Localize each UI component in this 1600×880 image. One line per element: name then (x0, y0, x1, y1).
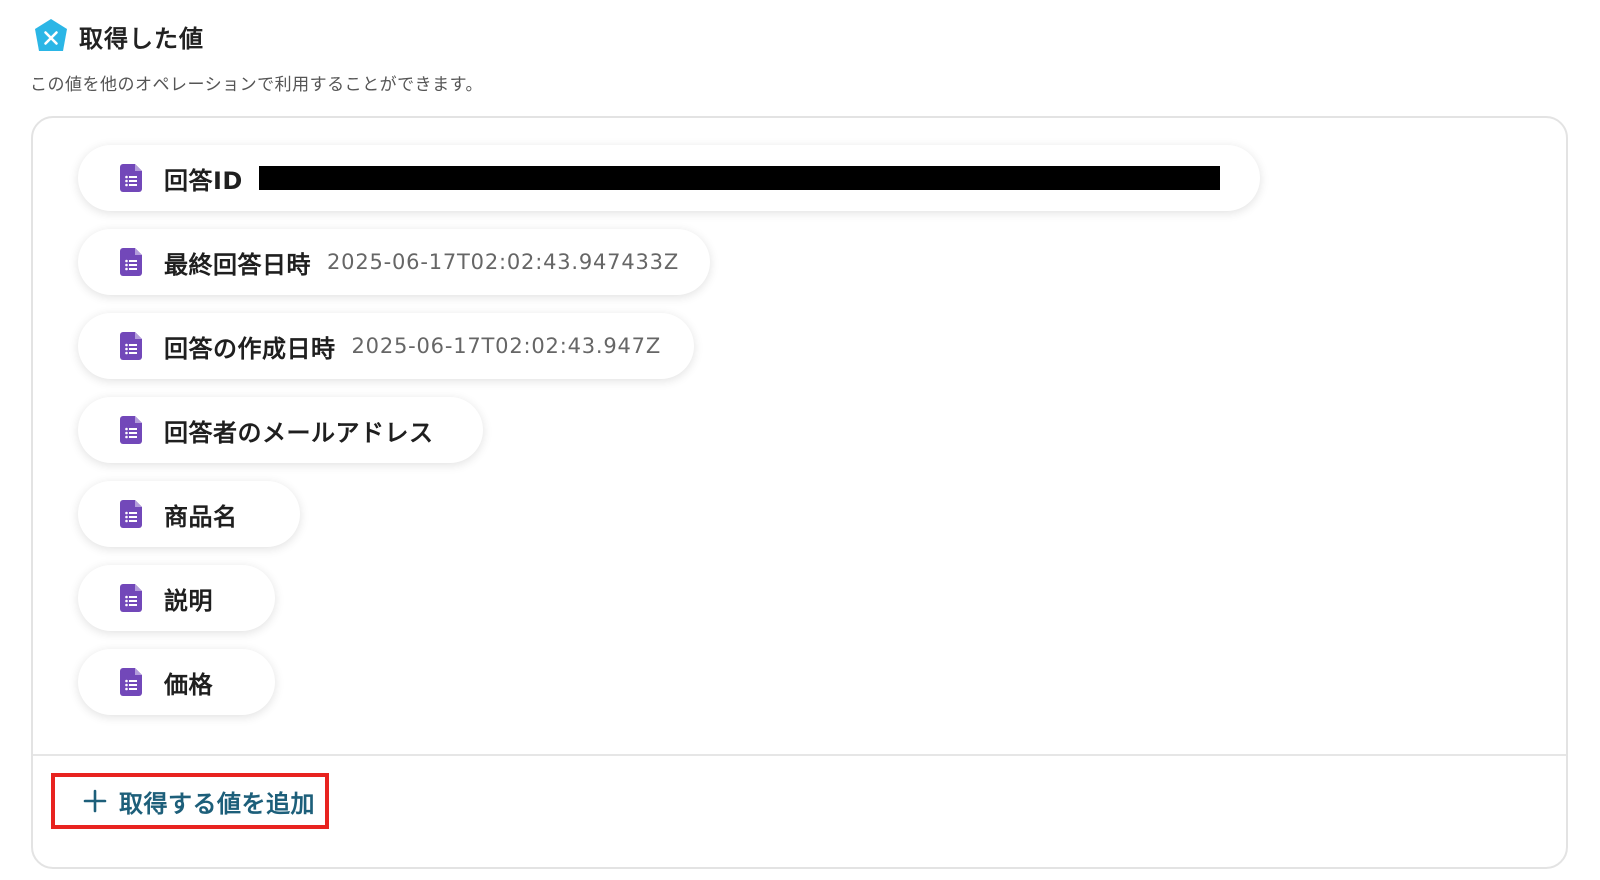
chip-label: 最終回答日時 (164, 250, 311, 279)
header: 取得した値 (33, 16, 204, 56)
google-forms-doc-icon (120, 332, 142, 360)
chip-label: 回答者のメールアドレス (164, 418, 434, 447)
page-description: この値を他のオペレーションで利用することができます。 (30, 75, 483, 95)
value-chip-price[interactable]: 価格 (78, 649, 275, 715)
page-title: 取得した値 (79, 24, 204, 53)
plus-icon (83, 789, 107, 813)
chip-label: 回答の作成日時 (164, 334, 336, 363)
chip-value: 2025-06-17T02:02:43.947Z (351, 334, 662, 358)
google-forms-doc-icon (120, 584, 142, 612)
google-forms-doc-icon (120, 164, 142, 192)
chip-label: 説明 (164, 586, 213, 615)
add-value-button[interactable]: 取得する値を追加 (51, 773, 329, 829)
value-chip-description[interactable]: 説明 (78, 565, 275, 631)
google-forms-doc-icon (120, 248, 142, 276)
google-forms-doc-icon (120, 416, 142, 444)
google-forms-doc-icon (120, 500, 142, 528)
value-chip-last-response-time[interactable]: 最終回答日時 2025-06-17T02:02:43.947433Z (78, 229, 710, 295)
add-value-label: 取得する値を追加 (119, 789, 315, 818)
google-forms-doc-icon (120, 668, 142, 696)
yoom-logo-icon (35, 19, 67, 51)
value-chip-response-created-time[interactable]: 回答の作成日時 2025-06-17T02:02:43.947Z (78, 313, 694, 379)
chip-label: 回答ID (164, 166, 243, 195)
value-chip-product-name[interactable]: 商品名 (78, 481, 300, 547)
chip-label: 商品名 (164, 502, 238, 531)
panel-divider (33, 754, 1566, 756)
value-chip-respondent-email[interactable]: 回答者のメールアドレス (78, 397, 483, 463)
redacted-value (258, 166, 1220, 190)
acquired-values-panel: 回答ID 最終回答日時 2025-06-17T02:02:43.947433Z … (31, 116, 1568, 869)
chip-value: 2025-06-17T02:02:43.947433Z (327, 250, 680, 274)
value-chip-response-id[interactable]: 回答ID (78, 145, 1260, 211)
chip-label: 価格 (164, 670, 213, 699)
